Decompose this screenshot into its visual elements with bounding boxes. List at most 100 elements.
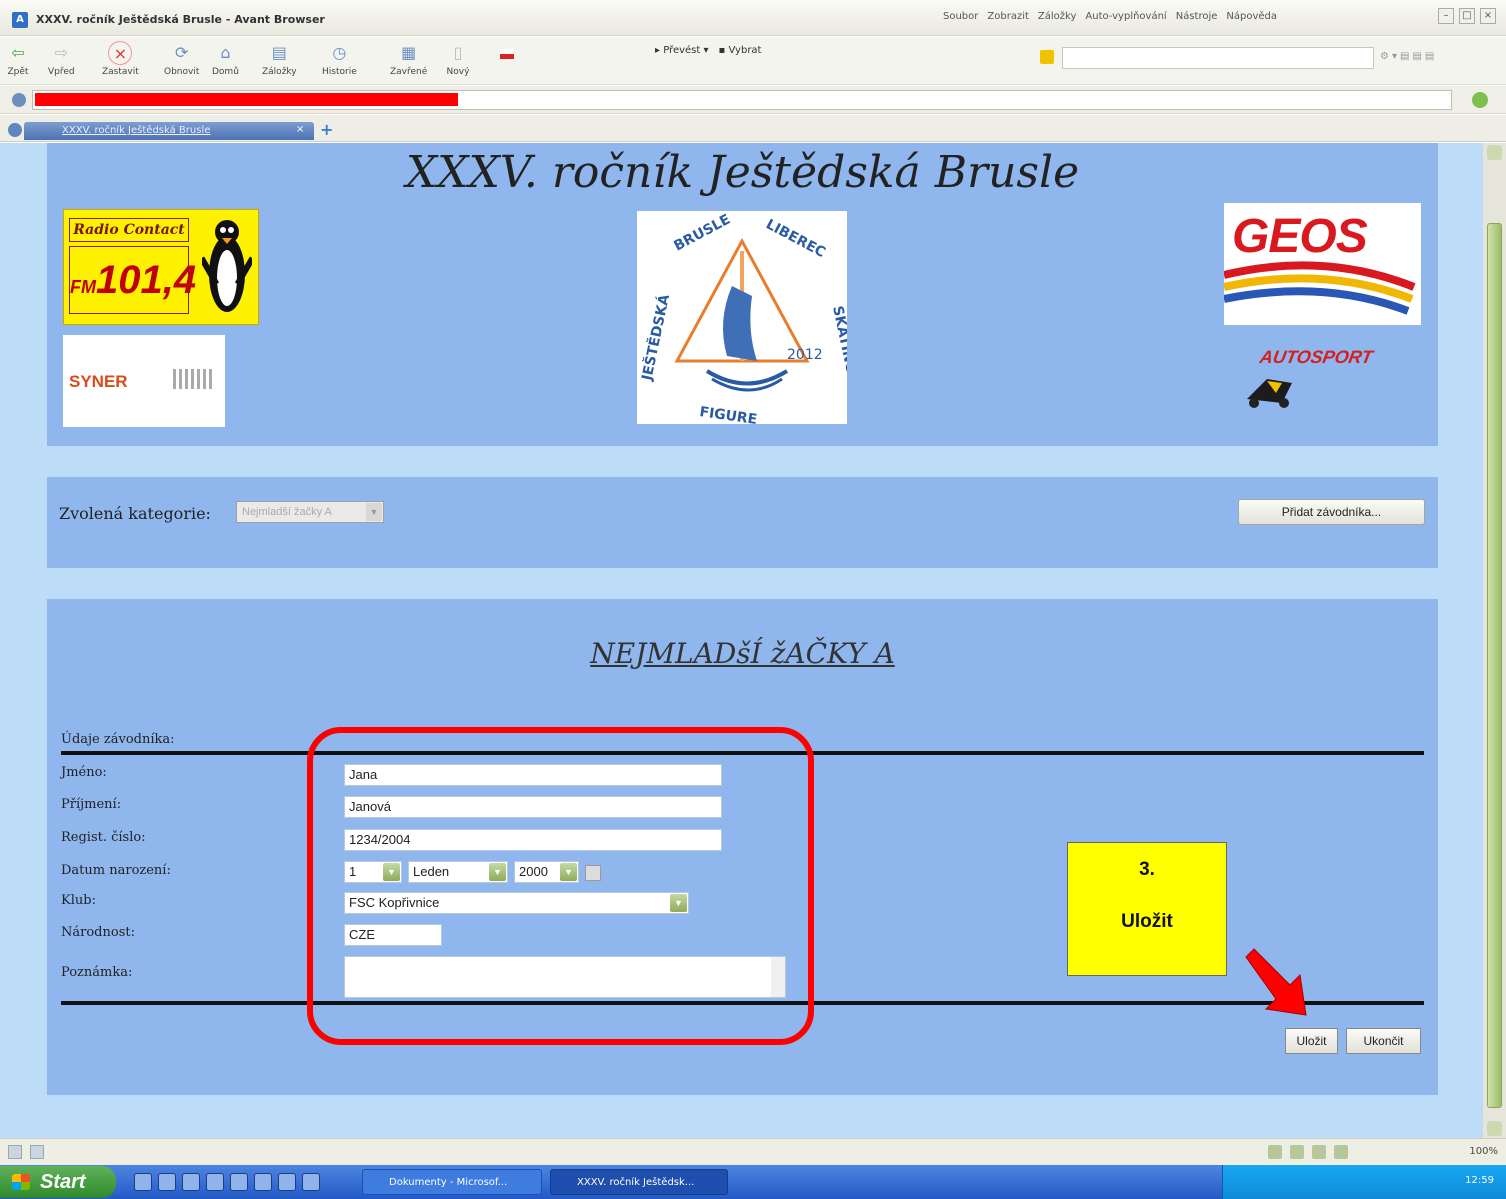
go-icon[interactable] xyxy=(1472,92,1488,108)
close-window-icon[interactable]: × xyxy=(1480,8,1496,24)
jestedska-brusle-logo: 2012 BRUSLE LIBEREC JEŠTĚDSKÁ SKATING FI… xyxy=(637,211,859,428)
status-security-icon[interactable] xyxy=(30,1145,44,1159)
menu-item-napoveda[interactable]: Nápověda xyxy=(1226,11,1277,22)
red-arrow-icon xyxy=(1245,948,1307,1016)
svg-text:SKATING: SKATING xyxy=(829,305,847,375)
stop-button[interactable]: × Zastavit xyxy=(102,41,139,77)
svg-text:2012: 2012 xyxy=(787,347,823,363)
tab-active[interactable]: XXXV. ročník Ještědská Brusle xyxy=(24,122,314,140)
race-car-icon xyxy=(1247,379,1292,408)
search-engine-icon[interactable] xyxy=(1040,50,1054,64)
vertical-scrollbar[interactable] xyxy=(1483,143,1506,1138)
reg-number-label: Regist. číslo: xyxy=(61,830,146,845)
category-select[interactable]: Nejmladší žačky A ▼ xyxy=(236,501,384,523)
home-button[interactable]: ⌂ Domů xyxy=(212,41,239,77)
back-button[interactable]: ⇦ Zpět xyxy=(6,41,30,77)
scroll-up-icon[interactable] xyxy=(1487,145,1502,160)
taskbar-item-documents[interactable]: Dokumenty - Microsof... xyxy=(362,1169,542,1195)
start-button[interactable]: Start xyxy=(0,1166,116,1198)
svg-text:LIBEREC: LIBEREC xyxy=(763,216,828,261)
quicklaunch-icon[interactable] xyxy=(182,1173,200,1191)
scroll-down-icon[interactable] xyxy=(1487,1121,1502,1136)
status-tool-icon[interactable] xyxy=(1334,1145,1348,1159)
callout-step-number: 3. xyxy=(1139,859,1155,880)
quicklaunch-icon[interactable] xyxy=(230,1173,248,1191)
tab-bar: XXXV. ročník Ještědská Brusle × + xyxy=(0,115,1506,142)
svg-text:JEŠTĚDSKÁ: JEŠTĚDSKÁ xyxy=(637,292,673,382)
syner-logo[interactable]: SYNER xyxy=(63,335,225,427)
back-arrow-icon: ⇦ xyxy=(11,43,25,62)
menu-bar: Soubor Zobrazit Záložky Auto-vyplňování … xyxy=(943,11,1277,22)
language-flag-icon[interactable] xyxy=(500,49,514,61)
status-tool-icon[interactable] xyxy=(1290,1145,1304,1159)
highlight-box xyxy=(307,727,814,1045)
menu-item-nastroje[interactable]: Nástroje xyxy=(1176,11,1218,22)
url-input[interactable] xyxy=(32,90,1452,110)
birthdate-label: Datum narození: xyxy=(61,863,171,878)
address-bar xyxy=(0,86,1506,114)
close-button[interactable]: Ukončit xyxy=(1346,1028,1421,1054)
add-competitor-button[interactable]: Přidat závodníka... xyxy=(1238,499,1425,525)
refresh-icon: ⟳ xyxy=(174,43,189,62)
quicklaunch-icon[interactable] xyxy=(134,1173,152,1191)
geos-logo[interactable]: GEOS xyxy=(1224,203,1421,325)
history-icon: ◷ xyxy=(332,43,347,62)
last-name-label: Příjmení: xyxy=(61,797,122,812)
select-button[interactable]: ▪ Vybrat xyxy=(719,45,762,56)
category-label: Zvolená kategorie: xyxy=(59,504,211,523)
status-bar: 100% xyxy=(0,1138,1506,1165)
quick-launch xyxy=(134,1173,320,1191)
scrollbar-thumb[interactable] xyxy=(1487,223,1502,1108)
quicklaunch-icon[interactable] xyxy=(302,1173,320,1191)
new-page-button[interactable]: ▯ Nový xyxy=(446,41,470,77)
menu-item-auto-vyplnovani[interactable]: Auto-vyplňování xyxy=(1085,11,1166,22)
new-tab-icon[interactable]: + xyxy=(320,122,336,138)
window-controls: – □ × xyxy=(1438,8,1496,24)
callout-text: Uložit xyxy=(1121,911,1173,932)
browser-app-icon: A xyxy=(12,12,28,28)
closed-tabs-button[interactable]: ▦ Zavřené xyxy=(390,41,427,77)
windows-taskbar: Start Dokumenty - Microsof... XXXV. ročn… xyxy=(0,1165,1506,1199)
quicklaunch-icon[interactable] xyxy=(158,1173,176,1191)
quicklaunch-icon[interactable] xyxy=(206,1173,224,1191)
bookmarks-icon: ▤ xyxy=(271,43,287,62)
search-input[interactable] xyxy=(1062,47,1374,69)
menu-item-zobrazit[interactable]: Zobrazit xyxy=(987,11,1029,22)
save-button[interactable]: Uložit xyxy=(1285,1028,1338,1054)
quicklaunch-icon[interactable] xyxy=(278,1173,296,1191)
convert-tools: ▸ Převést ▾ ▪ Vybrat xyxy=(655,45,761,56)
zoom-level[interactable]: 100% xyxy=(1469,1146,1498,1157)
radio-contact-logo[interactable]: Radio Contact FM101,4 xyxy=(63,209,259,325)
page-title: XXXV. ročník Ještědská Brusle xyxy=(405,147,1080,198)
category-panel: Zvolená kategorie: Nejmladší žačky A ▼ P… xyxy=(47,477,1438,568)
forward-button[interactable]: ⇨ Vpřed xyxy=(48,41,75,77)
menu-item-soubor[interactable]: Soubor xyxy=(943,11,978,22)
closed-tabs-icon: ▦ xyxy=(401,43,417,62)
forward-arrow-icon: ⇨ xyxy=(54,43,69,62)
penguin-icon xyxy=(202,220,252,312)
history-button[interactable]: ◷ Historie xyxy=(322,41,357,77)
tab-close-icon[interactable]: × xyxy=(296,124,304,135)
refresh-button[interactable]: ⟳ Obnovit xyxy=(164,41,199,77)
svg-text:BRUSLE: BRUSLE xyxy=(671,212,733,255)
new-page-icon: ▯ xyxy=(453,43,463,62)
quicklaunch-icon[interactable] xyxy=(254,1173,272,1191)
note-label: Poznámka: xyxy=(61,965,133,980)
convert-button[interactable]: ▸ Převést ▾ xyxy=(655,45,709,56)
status-tool-icon[interactable] xyxy=(1312,1145,1326,1159)
status-page-icon[interactable] xyxy=(8,1145,22,1159)
bookmarks-button[interactable]: ▤ Záložky xyxy=(262,41,297,77)
maximize-icon[interactable]: □ xyxy=(1459,8,1475,24)
svg-text:FIGURE: FIGURE xyxy=(698,404,758,424)
toolbar-extra-icons[interactable]: ⚙▾▤▤▤ xyxy=(1380,51,1437,62)
system-tray: 12:59 xyxy=(1222,1165,1506,1199)
minimize-icon[interactable]: – xyxy=(1438,8,1454,24)
taskbar-item-browser[interactable]: XXXV. ročník Ještědsk... xyxy=(550,1169,728,1195)
autosport-logo[interactable]: AUTOSPORT xyxy=(1242,339,1422,419)
window-title: XXXV. ročník Ještědská Brusle - Avant Br… xyxy=(36,13,325,26)
status-tool-icon[interactable] xyxy=(1268,1145,1282,1159)
tab-list-icon[interactable] xyxy=(8,123,22,137)
menu-item-zalozky[interactable]: Záložky xyxy=(1038,11,1076,22)
category-heading: NEJMLADšÍ žAČKY A xyxy=(590,637,895,670)
chevron-down-icon: ▼ xyxy=(366,503,382,521)
